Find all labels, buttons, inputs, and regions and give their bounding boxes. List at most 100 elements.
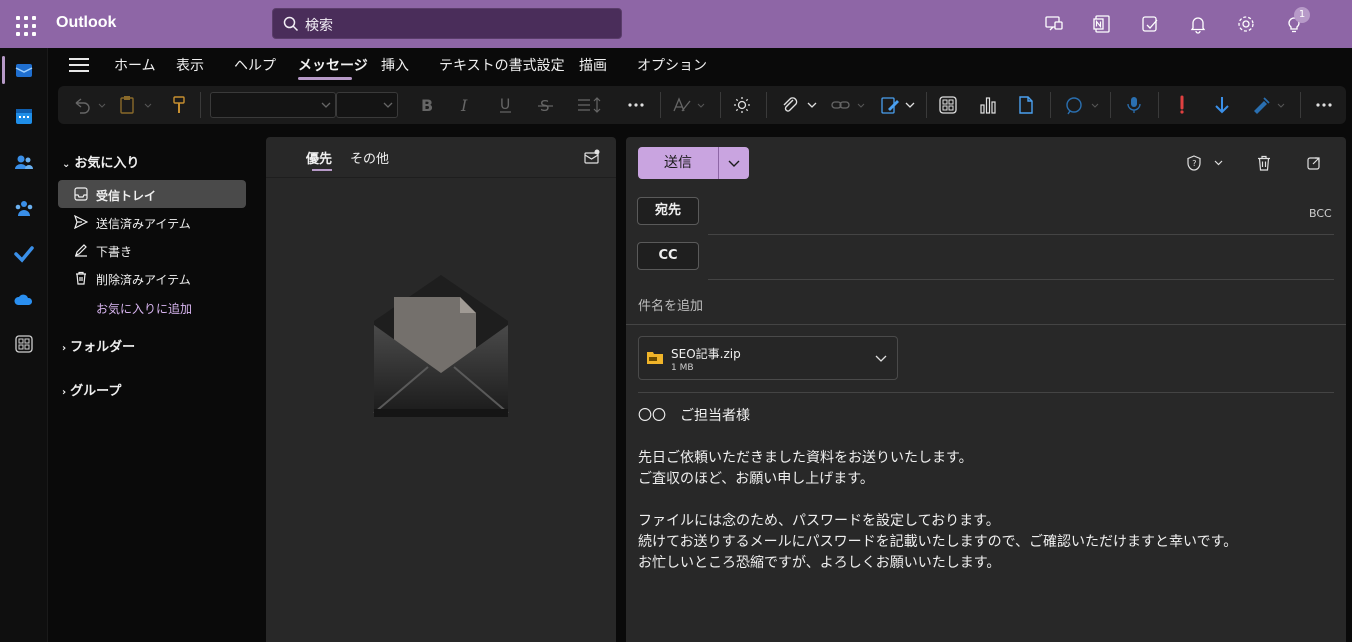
zip-folder-icon xyxy=(647,352,663,364)
people-app-icon[interactable] xyxy=(14,152,34,172)
bcc-button[interactable]: BCC xyxy=(1309,207,1332,220)
font-family-chevron-icon[interactable] xyxy=(318,95,334,115)
immersive-reader-icon[interactable] xyxy=(732,95,752,115)
low-importance-icon[interactable] xyxy=(1212,95,1232,115)
meet-now-icon[interactable] xyxy=(1044,14,1064,34)
groups-app-icon[interactable] xyxy=(14,198,34,218)
more-format-icon[interactable] xyxy=(626,95,646,115)
apps-icon[interactable] xyxy=(938,95,958,115)
active-app-indicator xyxy=(2,56,5,84)
send-button[interactable]: 送信 xyxy=(638,147,718,179)
pop-out-icon[interactable] xyxy=(1306,155,1322,171)
hamburger-menu-icon[interactable] xyxy=(69,58,89,72)
attachment-card[interactable]: SEO記事.zip 1 MB xyxy=(638,336,898,380)
compose-pane: 送信 ? 宛先 BCC CC 件名を追加 SEO記事.zip 1 MB 〇〇 ご… xyxy=(626,137,1346,642)
editor-icon[interactable] xyxy=(672,95,708,115)
todo-note-icon[interactable] xyxy=(1140,14,1160,34)
onedrive-app-icon[interactable] xyxy=(14,290,34,310)
calendar-app-icon[interactable] xyxy=(14,106,34,126)
dictate-icon[interactable] xyxy=(1124,95,1144,115)
tab-home[interactable]: ホーム xyxy=(114,55,156,75)
todo-app-icon[interactable] xyxy=(14,244,34,264)
tab-draw[interactable]: 描画 xyxy=(579,55,607,75)
onenote-icon[interactable] xyxy=(1092,14,1112,34)
active-tab-indicator xyxy=(298,77,352,80)
bell-icon[interactable] xyxy=(1188,14,1208,34)
folder-item-deleted[interactable]: 削除済みアイテム xyxy=(58,264,246,292)
tab-options[interactable]: オプション xyxy=(637,55,707,75)
tab-text-format[interactable]: テキストの書式設定 xyxy=(439,55,565,75)
format-painter-icon[interactable] xyxy=(170,95,188,115)
scroll-gutter xyxy=(1346,124,1352,642)
bold-icon[interactable]: B xyxy=(418,95,434,115)
mark-all-read-icon[interactable] xyxy=(584,149,600,165)
inbox-icon xyxy=(74,187,88,201)
to-input[interactable] xyxy=(710,193,1300,229)
divider xyxy=(266,177,616,178)
folders-header[interactable]: › フォルダー xyxy=(62,336,135,355)
add-favorite-link[interactable]: お気に入りに追加 xyxy=(96,300,192,317)
attach-file-icon[interactable] xyxy=(780,95,820,115)
chevron-down-icon[interactable] xyxy=(875,352,887,364)
mail-app-icon[interactable] xyxy=(14,60,34,80)
divider xyxy=(626,324,1346,325)
cc-input[interactable] xyxy=(710,238,1330,274)
body-line: ファイルには念のため、パスワードを設定しております。 xyxy=(638,513,1000,529)
more-options-icon[interactable] xyxy=(1314,95,1334,115)
svg-text:B: B xyxy=(421,96,433,115)
top-bar: Outlook 検索 1 xyxy=(0,0,1352,48)
body-line: お忙しいところ恐縮ですが、よろしくお願いいたします。 xyxy=(638,555,1001,571)
poll-icon[interactable] xyxy=(978,95,998,115)
to-button[interactable]: 宛先 xyxy=(637,197,699,225)
underline-icon[interactable]: U xyxy=(498,95,514,115)
search-icon xyxy=(283,16,299,32)
folder-item-sent[interactable]: 送信済みアイテム xyxy=(58,208,246,236)
chevron-down-icon: ⌄ xyxy=(62,159,71,170)
send-options-button[interactable] xyxy=(718,147,749,179)
line-spacing-icon[interactable] xyxy=(576,95,604,115)
tab-view[interactable]: 表示 xyxy=(176,55,204,75)
insert-link-icon[interactable] xyxy=(830,95,870,115)
gear-icon[interactable] xyxy=(1236,14,1256,34)
sensitivity-label-icon[interactable]: ? xyxy=(1186,155,1226,171)
signature-icon[interactable] xyxy=(880,95,920,115)
tab-insert[interactable]: 挿入 xyxy=(381,55,409,75)
folder-item-drafts[interactable]: 下書き xyxy=(58,236,246,264)
italic-icon[interactable]: I xyxy=(458,95,474,115)
search-box[interactable]: 検索 xyxy=(272,8,622,39)
app-launcher-icon[interactable] xyxy=(12,12,36,36)
discard-icon[interactable] xyxy=(1256,155,1272,171)
subject-input[interactable]: 件名を追加 xyxy=(638,295,703,314)
message-list-pane: 優先 その他 xyxy=(266,137,616,642)
body-line: 〇〇 ご担当者様 xyxy=(638,408,750,424)
search-input[interactable]: 検索 xyxy=(305,15,333,35)
document-icon[interactable] xyxy=(1016,95,1036,115)
more-apps-icon[interactable] xyxy=(14,334,34,354)
high-importance-icon[interactable] xyxy=(1172,95,1192,115)
sensitivity-icon[interactable] xyxy=(1250,95,1290,115)
groups-header[interactable]: › グループ xyxy=(62,380,121,399)
strikethrough-icon[interactable]: S xyxy=(538,95,554,115)
tab-message[interactable]: メッセージ xyxy=(298,55,368,75)
folder-item-inbox[interactable]: 受信トレイ xyxy=(58,180,246,208)
copilot-icon[interactable] xyxy=(1064,95,1104,115)
tab-help[interactable]: ヘルプ xyxy=(234,55,276,75)
svg-text:?: ? xyxy=(1192,159,1196,168)
folder-label: 受信トレイ xyxy=(96,189,157,203)
paste-icon[interactable] xyxy=(118,95,154,115)
attachment-size: 1 MB xyxy=(671,363,694,373)
cc-button[interactable]: CC xyxy=(637,242,699,270)
divider xyxy=(708,279,1334,280)
divider xyxy=(708,234,1334,235)
folder-pane: ⌄ お気に入り 受信トレイ 送信済みアイテム 下書き 削除済みアイテム お気に入り… xyxy=(48,136,256,642)
trash-icon xyxy=(76,271,86,285)
folder-label: 下書き xyxy=(96,245,133,259)
app-title[interactable]: Outlook xyxy=(56,14,116,32)
send-icon xyxy=(74,215,88,229)
chevron-right-icon: › xyxy=(62,343,67,354)
tab-other[interactable]: その他 xyxy=(350,148,389,167)
favorites-header[interactable]: ⌄ お気に入り xyxy=(62,152,139,171)
tab-focused[interactable]: 優先 xyxy=(306,148,332,167)
font-size-chevron-icon[interactable] xyxy=(380,95,396,115)
undo-icon[interactable] xyxy=(72,95,106,115)
